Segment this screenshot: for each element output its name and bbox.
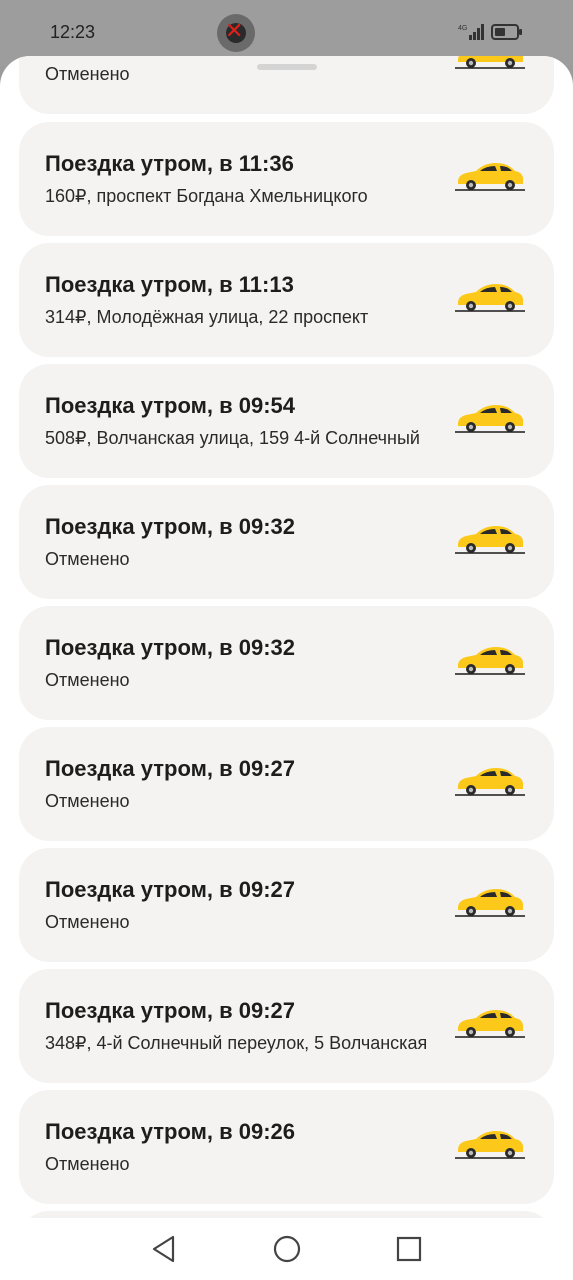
trip-card[interactable]: Поездка утром, в 11:13 314₽, Молодёжная у…	[19, 243, 554, 357]
trip-subtitle: Отменено	[45, 1154, 130, 1174]
trip-title: Поездка утром, в 11:13	[45, 272, 294, 297]
trip-list[interactable]: Отменено Поездка утром, в 11:36 160₽, прос…	[0, 56, 573, 1280]
trip-title: Поездка утром, в 09:54	[45, 393, 296, 418]
trip-title: Поездка утром, в 09:27	[45, 756, 296, 781]
trip-title: Поездка утром, в 09:32	[45, 514, 296, 539]
back-icon[interactable]	[149, 1234, 179, 1269]
trip-subtitle: 314₽, Молодёжная улица, 22 проспект	[45, 307, 369, 327]
taxi-car-icon	[452, 160, 527, 199]
trip-card[interactable]: Поездка утром, в 11:36 160₽, проспект Бог…	[19, 122, 554, 236]
taxi-car-icon	[452, 644, 527, 683]
taxi-car-icon	[452, 281, 527, 320]
taxi-car-icon	[452, 1007, 527, 1046]
trip-subtitle: 348₽, 4-й Солнечный переулок, 5 Волчанск…	[45, 1033, 428, 1053]
trip-subtitle: Отменено	[45, 549, 130, 569]
taxi-car-icon	[452, 886, 527, 925]
trip-card[interactable]: Поездка утром, в 09:54 508₽, Волчанская у…	[19, 364, 554, 478]
battery-icon	[491, 24, 522, 40]
system-navigation-bar	[0, 1218, 573, 1280]
trip-title: Поездка утром, в 09:27	[45, 877, 296, 902]
taxi-car-icon	[452, 402, 527, 441]
trip-subtitle: 508₽, Волчанская улица, 159 4-й Солнечны…	[45, 428, 420, 448]
recents-icon[interactable]	[394, 1234, 424, 1269]
taxi-car-icon	[452, 56, 527, 77]
trip-card[interactable]: Поездка утром, в 09:27 Отменено	[19, 727, 554, 841]
network-type: 4G	[458, 25, 467, 32]
taxi-car-icon	[452, 1128, 527, 1167]
trip-card[interactable]: Поездка утром, в 09:27 348₽, 4-й Солнечны…	[19, 969, 554, 1083]
trip-card[interactable]: Поездка утром, в 09:27 Отменено	[19, 848, 554, 962]
notification-app-icon: ✕	[217, 14, 255, 52]
trip-subtitle: Отменено	[45, 670, 130, 690]
trip-subtitle: Отменено	[45, 64, 130, 84]
trip-title: Поездка утром, в 11:36	[45, 151, 294, 176]
trip-subtitle: 160₽, проспект Богдана Хмельницкого	[45, 186, 368, 206]
home-icon[interactable]	[272, 1234, 302, 1269]
trip-subtitle: Отменено	[45, 791, 130, 811]
trip-title: Поездка утром, в 09:27	[45, 998, 296, 1023]
taxi-car-icon	[452, 523, 527, 562]
trip-title: Поездка утром, в 09:26	[45, 1119, 296, 1144]
trip-card[interactable]: Поездка утром, в 09:32 Отменено	[19, 485, 554, 599]
trip-card[interactable]: Поездка утром, в 09:26 Отменено	[19, 1090, 554, 1204]
status-time: 12:23	[50, 22, 96, 42]
taxi-car-icon	[452, 765, 527, 804]
signal-icon: 4G	[458, 22, 486, 47]
sheet-drag-handle[interactable]	[257, 64, 317, 70]
trip-card[interactable]: Поездка утром, в 09:32 Отменено	[19, 606, 554, 720]
trip-title: Поездка утром, в 09:32	[45, 635, 296, 660]
trip-subtitle: Отменено	[45, 912, 130, 932]
trip-history-sheet: Отменено Поездка утром, в 11:36 160₽, прос…	[0, 56, 573, 1280]
